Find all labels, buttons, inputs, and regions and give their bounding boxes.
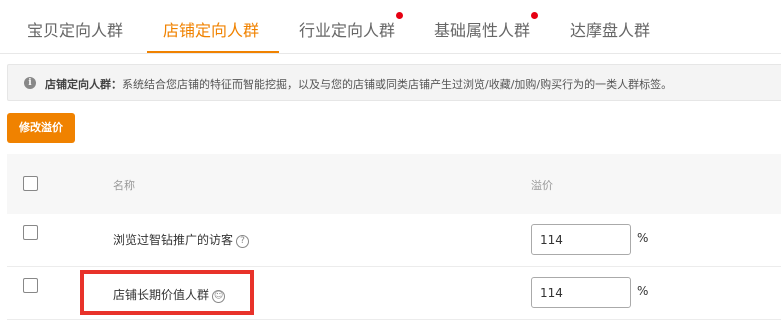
tab-shop-crowd[interactable]: 店铺定向人群 — [163, 17, 259, 41]
question-circle-icon[interactable]: ? — [236, 235, 250, 248]
active-tab-indicator — [147, 51, 279, 53]
tab-damo-crowd[interactable]: 达摩盘人群 — [570, 17, 650, 41]
row-checkbox[interactable] — [23, 278, 38, 293]
tab-basic-attribute-crowd[interactable]: 基础属性人群 — [434, 17, 530, 41]
column-header-premium: 溢价 — [531, 179, 553, 192]
premium-input[interactable] — [531, 224, 631, 255]
row-name: 浏览过智钻推广的访客? — [113, 231, 250, 248]
new-badge-dot — [396, 12, 403, 19]
row-checkbox[interactable] — [23, 225, 38, 240]
modify-premium-button[interactable]: 修改溢价 — [7, 113, 75, 143]
info-notice: i 店铺定向人群：系统结合您店铺的特征而智能挖掘，以及与您的店铺或同类店铺产生过… — [7, 64, 781, 101]
percent-unit: % — [637, 284, 649, 298]
crowd-name: 浏览过智钻推广的访客 — [113, 233, 234, 247]
premium-input[interactable] — [531, 277, 631, 308]
highlight-box — [80, 270, 254, 315]
table-header: 名称 溢价 — [7, 154, 781, 214]
tab-item-crowd[interactable]: 宝贝定向人群 — [27, 17, 123, 41]
tab-industry-crowd[interactable]: 行业定向人群 — [299, 17, 395, 41]
table-row: 浏览过智钻推广的访客? % — [7, 214, 781, 267]
new-badge-dot — [531, 12, 538, 19]
percent-unit: % — [637, 231, 649, 245]
tab-bar: 宝贝定向人群 店铺定向人群 行业定向人群 基础属性人群 达摩盘人群 — [0, 0, 781, 54]
notice-title: 店铺定向人群： — [45, 78, 122, 91]
column-header-name: 名称 — [113, 179, 135, 192]
notice-description: 系统结合您店铺的特征而智能挖掘，以及与您的店铺或同类店铺产生过浏览/收藏/加购/… — [122, 78, 673, 91]
info-icon: i — [24, 77, 36, 89]
select-all-checkbox[interactable] — [23, 176, 38, 191]
notice-text: 店铺定向人群：系统结合您店铺的特征而智能挖掘，以及与您的店铺或同类店铺产生过浏览… — [45, 76, 672, 92]
